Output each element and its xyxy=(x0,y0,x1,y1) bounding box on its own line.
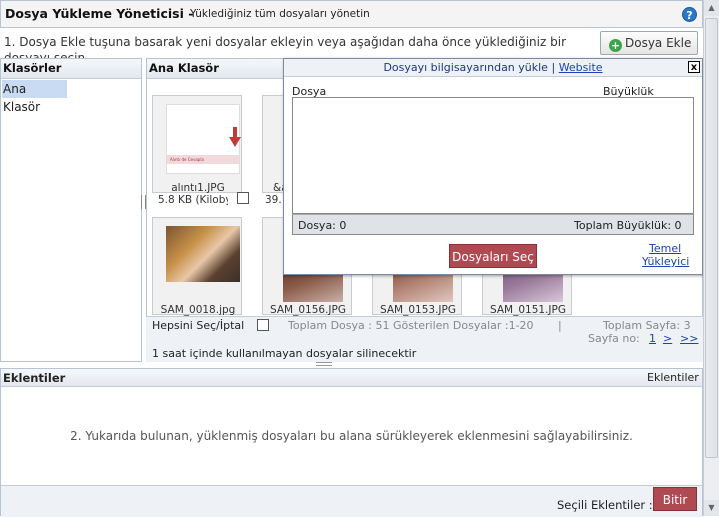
file-name: alıntı1.JPG xyxy=(171,182,225,194)
file-name: SAM_0151.JPG xyxy=(490,304,566,316)
attachments-heading: Eklentiler xyxy=(3,371,66,385)
attachments-drop-hint: 2. Yukarıda bulunan, yüklenmiş dosyaları… xyxy=(70,429,633,443)
page-1-link[interactable]: 1 xyxy=(649,332,656,345)
select-all-label: Hepsini Seç/İptal xyxy=(152,319,245,332)
upload-file-count: Dosya: 0 xyxy=(298,219,347,232)
vertical-scrollbar[interactable]: ▲ ▼ xyxy=(703,0,719,516)
page-subtitle: Yüklediğiniz tüm dosyaları yönetin xyxy=(190,8,370,20)
expiry-notice: 1 saat içinde kullanılmayan dosyalar sil… xyxy=(152,347,417,360)
basic-uploader-link-line2[interactable]: Yükleyici xyxy=(642,255,689,268)
scroll-down-icon[interactable]: ▼ xyxy=(704,500,719,516)
attachments-heading-right: Eklentiler xyxy=(647,371,699,384)
choose-files-button[interactable]: Dosyaları Seç xyxy=(449,244,537,268)
file-preview-image xyxy=(166,226,240,282)
arrow-shaft xyxy=(233,127,237,138)
horizontal-resize-handle[interactable] xyxy=(316,362,332,366)
total-pages-text: Toplam Sayfa: 3 xyxy=(603,319,691,332)
upload-file-list[interactable] xyxy=(292,97,694,214)
file-thumb[interactable]: Alıntı de Cevapla alıntı1.JPG 5.8 KB (Ki… xyxy=(152,95,249,206)
file-name: SAM_0153.JPG xyxy=(380,304,456,316)
attachments-footer: Seçili Eklentiler : xyxy=(1,485,702,517)
arrow-down-icon xyxy=(229,137,241,147)
instruction-text: 1. Dosya Ekle tuşuna basarak yeni dosyal… xyxy=(4,35,566,60)
page-title: Dosya Yükleme Yöneticisi - xyxy=(5,6,194,21)
selected-attachments-label: Seçili Eklentiler : xyxy=(557,498,653,512)
add-file-label: Dosya Ekle xyxy=(625,36,692,50)
upload-total-size: Toplam Büyüklük: 0 xyxy=(574,219,682,232)
next-page-link[interactable]: > xyxy=(663,332,672,345)
preview-caption: Alıntı de Cevapla xyxy=(167,155,239,164)
scroll-up-icon[interactable]: ▲ xyxy=(704,0,719,16)
scrollbar-thumb[interactable] xyxy=(705,18,718,458)
close-icon[interactable]: x xyxy=(688,61,700,73)
file-select-checkbox[interactable] xyxy=(237,192,249,204)
file-browser-footer: Hepsini Seç/İptal Toplam Dosya : 51 Göst… xyxy=(146,316,703,362)
select-all-checkbox[interactable] xyxy=(257,319,269,331)
total-files-text: Toplam Dosya : 51 Gösterilen Dosyalar :1… xyxy=(288,319,534,332)
finish-button[interactable]: Bitir xyxy=(653,487,697,511)
file-size: 5.8 KB (Kilobyte) xyxy=(158,194,228,206)
separator: | xyxy=(558,319,562,332)
file-name: SAM_0018.jpg xyxy=(160,304,236,316)
basic-uploader-link-line1[interactable]: Temel xyxy=(649,242,681,255)
upload-list-footer: Dosya: 0 Toplam Büyüklük: 0 xyxy=(292,214,694,235)
page-no-label: Sayfa no: xyxy=(588,332,640,345)
attachments-header: Eklentiler Eklentiler xyxy=(1,369,702,387)
help-icon[interactable]: ? xyxy=(682,7,697,22)
plus-icon: + xyxy=(609,39,622,52)
attachments-panel: Eklentiler Eklentiler 2. Yukarıda buluna… xyxy=(0,368,703,517)
folders-heading: Klasörler xyxy=(1,59,141,79)
folder-item-ana-klasor[interactable]: Ana Klasör xyxy=(2,80,67,114)
add-file-button[interactable]: + Dosya Ekle xyxy=(600,31,698,55)
folders-panel: Klasörler Ana Klasör xyxy=(0,58,142,362)
file-thumb[interactable]: SAM_0018.jpg xyxy=(152,217,242,316)
upload-dialog: Dosyayı bilgisayarından yükle | Website … xyxy=(283,58,703,275)
upload-dialog-title: Dosyayı bilgisayarından yükle | Website xyxy=(284,59,702,77)
last-page-link[interactable]: >> xyxy=(680,332,698,345)
file-preview-image: Alıntı de Cevapla xyxy=(166,104,241,174)
website-link[interactable]: Website xyxy=(559,61,603,74)
file-name: SAM_0156.JPG xyxy=(270,304,346,316)
